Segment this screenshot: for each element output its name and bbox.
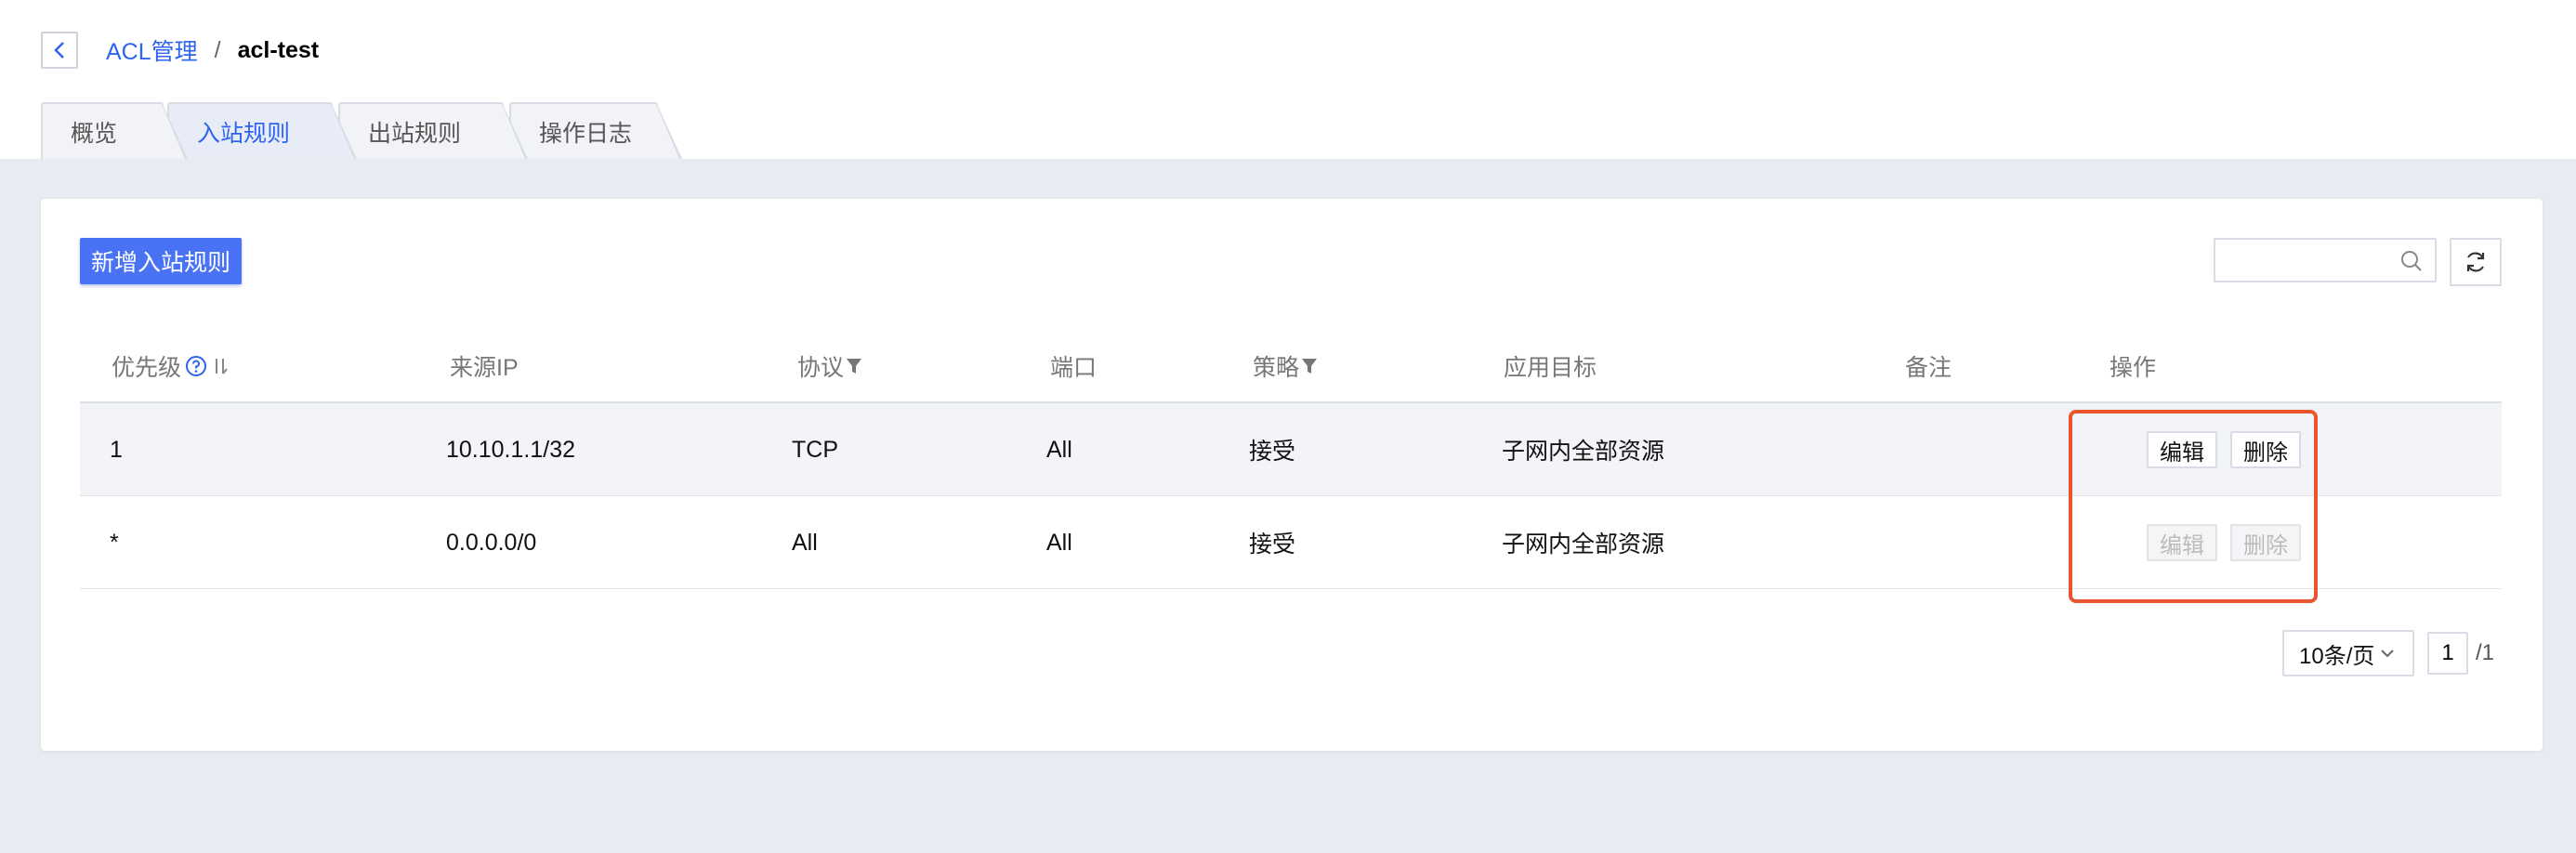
refresh-icon xyxy=(2466,252,2485,272)
rules-table: 优先级 来源IP 协议 端口 策略 应用目标 备注 操作 1 10.10.1.1… xyxy=(80,329,2502,589)
tab-label: 出站规则 xyxy=(368,120,462,147)
page-header: ACL管理 / acl-test 概览 入站规则 出站规则 操作日志 xyxy=(0,0,2576,159)
chevron-left-icon xyxy=(54,42,64,59)
page-size-select[interactable]: 10条/页 xyxy=(2282,630,2414,676)
cell-target: 子网内全部资源 xyxy=(1502,439,1665,465)
header-target: 应用目标 xyxy=(1504,355,1597,381)
page-size-label: 10条/页 xyxy=(2299,643,2375,669)
tab-label: 操作日志 xyxy=(539,120,633,147)
cell-policy: 接受 xyxy=(1249,531,1296,558)
cell-source-ip: 10.10.1.1/32 xyxy=(446,436,576,463)
filter-icon[interactable] xyxy=(1301,357,1318,375)
help-icon[interactable] xyxy=(185,355,207,377)
breadcrumb-parent-link[interactable]: ACL管理 xyxy=(106,33,198,67)
cell-port: All xyxy=(1046,436,1072,463)
search-box xyxy=(2214,238,2437,282)
tab-overview[interactable]: 概览 xyxy=(41,102,188,159)
total-pages: /1 xyxy=(2476,640,2495,665)
header-label: 优先级 xyxy=(112,355,182,381)
search-icon[interactable] xyxy=(2399,249,2424,273)
rules-card: 新增入站规则 优先级 来源IP 协议 端口 策略 应用目标 备注 操作 1 10… xyxy=(41,199,2543,751)
current-page-input[interactable]: 1 xyxy=(2427,632,2468,675)
cell-actions: 编辑 删除 xyxy=(2147,496,2314,589)
tab-outbound-rules[interactable]: 出站规则 xyxy=(338,102,528,159)
header-label: 策略 xyxy=(1253,355,1300,381)
tab-inbound-rules[interactable]: 入站规则 xyxy=(167,102,357,159)
back-button[interactable] xyxy=(41,32,78,69)
delete-button: 删除 xyxy=(2230,524,2301,561)
cell-protocol: All xyxy=(792,529,818,556)
header-protocol: 协议 xyxy=(797,329,862,403)
tab-label: 概览 xyxy=(71,120,118,147)
breadcrumb: ACL管理 / acl-test xyxy=(106,32,319,69)
cell-priority: 1 xyxy=(110,436,123,463)
chevron-down-icon xyxy=(2381,650,2395,658)
tab-operation-log[interactable]: 操作日志 xyxy=(509,102,682,159)
cell-port: All xyxy=(1046,529,1072,556)
cell-priority: * xyxy=(110,529,119,556)
header-remark: 备注 xyxy=(1905,355,1952,381)
edit-button: 编辑 xyxy=(2147,524,2217,561)
sort-icon[interactable] xyxy=(211,355,230,377)
header-source-ip: 来源IP xyxy=(450,355,519,381)
breadcrumb-current: acl-test xyxy=(237,36,320,63)
table-row: 1 10.10.1.1/32 TCP All 接受 子网内全部资源 编辑 删除 xyxy=(80,403,2502,496)
delete-button[interactable]: 删除 xyxy=(2230,431,2301,468)
refresh-button[interactable] xyxy=(2450,238,2502,286)
breadcrumb-separator: / xyxy=(214,36,221,63)
cell-protocol: TCP xyxy=(792,436,838,463)
header-actions: 操作 xyxy=(2109,355,2157,381)
header-policy: 策略 xyxy=(1253,329,1318,403)
header-port: 端口 xyxy=(1050,355,1097,381)
table-header: 优先级 来源IP 协议 端口 策略 应用目标 备注 操作 xyxy=(80,329,2502,403)
tab-label: 入站规则 xyxy=(197,120,291,147)
table-row: * 0.0.0.0/0 All All 接受 子网内全部资源 编辑 删除 xyxy=(80,496,2502,589)
edit-button[interactable]: 编辑 xyxy=(2147,431,2217,468)
header-priority: 优先级 xyxy=(112,329,230,403)
cell-policy: 接受 xyxy=(1249,439,1296,465)
cell-source-ip: 0.0.0.0/0 xyxy=(446,529,537,556)
filter-icon[interactable] xyxy=(846,357,862,375)
add-inbound-rule-button[interactable]: 新增入站规则 xyxy=(80,238,242,284)
cell-actions: 编辑 删除 xyxy=(2147,403,2314,496)
search-input[interactable] xyxy=(2225,245,2392,275)
header-label: 协议 xyxy=(797,355,845,381)
cell-target: 子网内全部资源 xyxy=(1502,531,1665,558)
